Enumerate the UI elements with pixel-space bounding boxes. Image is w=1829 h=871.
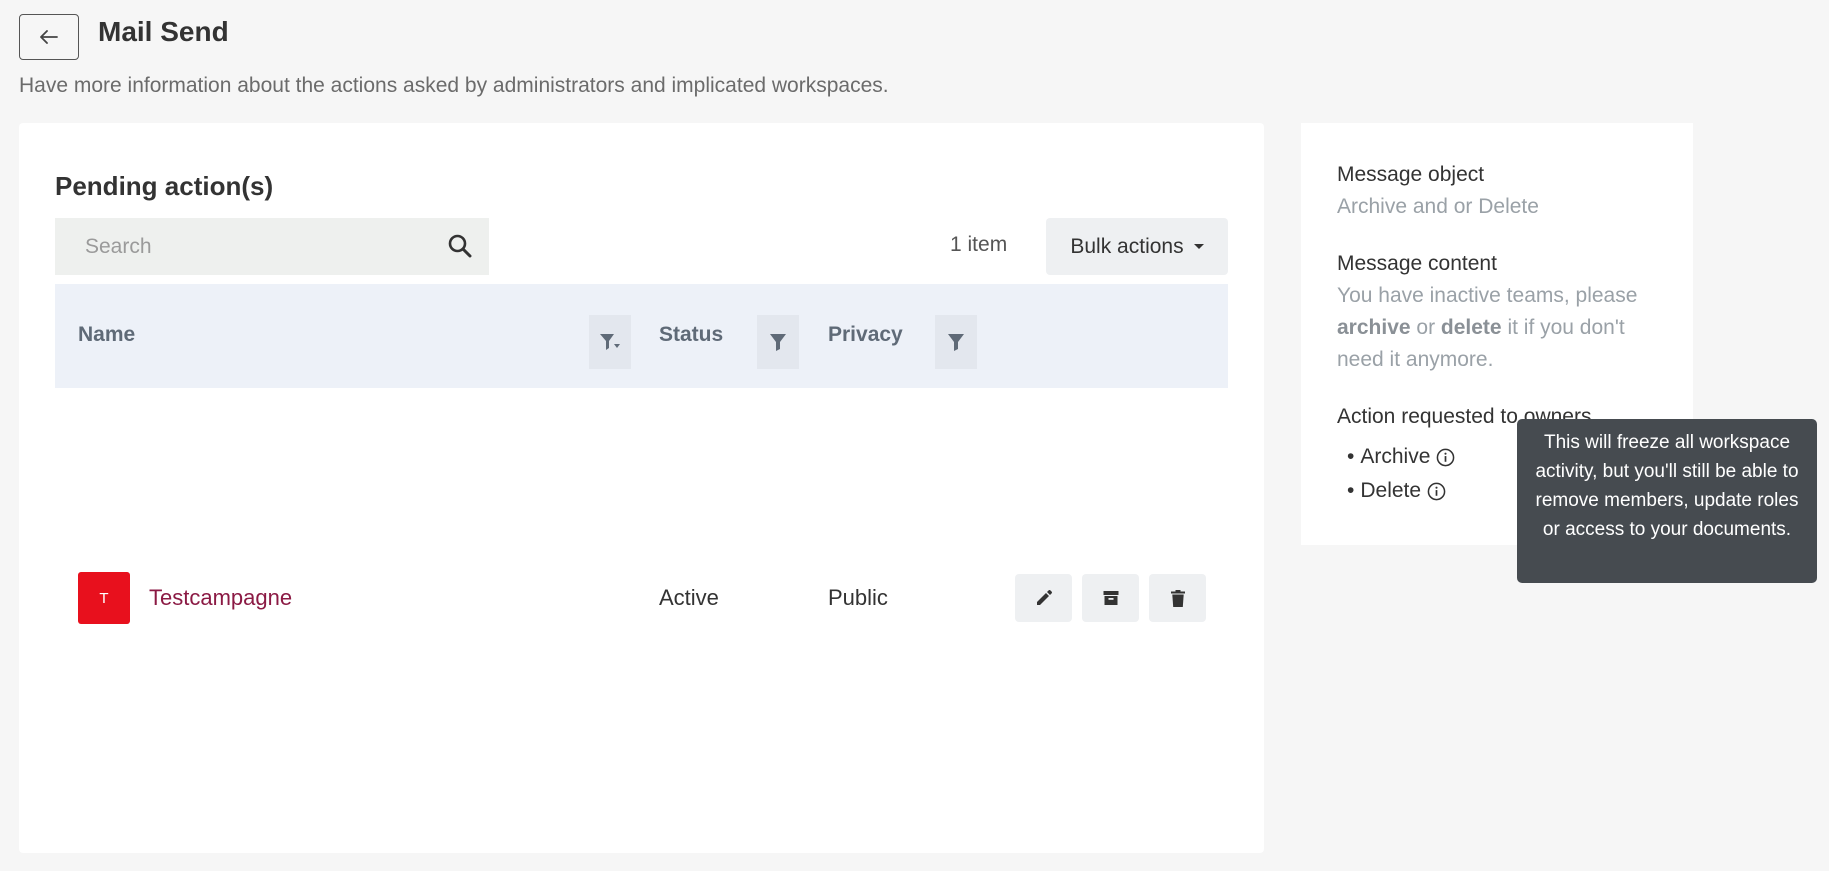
column-name-header[interactable]: Name: [78, 323, 135, 347]
action-item-delete: • Delete: [1347, 479, 1446, 503]
caret-down-icon: [1193, 244, 1204, 249]
action-item-archive: • Archive: [1347, 445, 1455, 469]
info-icon[interactable]: [1436, 448, 1455, 467]
filter-sort-icon: [600, 334, 620, 350]
row-privacy: Public: [828, 585, 888, 610]
page-description: Have more information about the actions …: [19, 74, 889, 97]
back-button[interactable]: [19, 14, 79, 60]
action-item-label: Delete: [1360, 479, 1422, 502]
table-row: T Testcampagne Active Public: [55, 572, 1228, 632]
message-object-value: Archive and or Delete: [1337, 195, 1539, 218]
archive-button[interactable]: [1082, 574, 1139, 622]
row-status: Active: [659, 585, 719, 610]
message-content-label: Message content: [1337, 252, 1497, 275]
archive-info-tooltip: This will freeze all workspace activity,…: [1517, 419, 1817, 583]
item-count: 1 item: [950, 233, 1008, 256]
column-status-header[interactable]: Status: [659, 323, 723, 347]
edit-icon: [1036, 590, 1052, 605]
delete-button[interactable]: [1149, 574, 1206, 622]
action-item-label: Archive: [1360, 445, 1431, 468]
bulk-actions-label: Bulk actions: [1070, 234, 1184, 258]
bulk-actions-button[interactable]: Bulk actions: [1046, 218, 1228, 275]
privacy-filter-button[interactable]: [935, 315, 977, 369]
status-filter-button[interactable]: [757, 315, 799, 369]
filter-icon: [770, 334, 786, 351]
name-filter-button[interactable]: [589, 315, 631, 369]
table-header: Name Status Privacy: [55, 284, 1228, 388]
search-input[interactable]: [55, 218, 435, 275]
delete-icon: [1170, 589, 1185, 607]
arrow-left-icon: [40, 30, 58, 44]
message-object-label: Message object: [1337, 163, 1485, 186]
filter-icon: [948, 334, 964, 351]
pending-actions-card: Pending action(s) 1 item Bulk actions Na…: [19, 123, 1264, 853]
edit-button[interactable]: [1015, 574, 1072, 622]
workspace-name-link[interactable]: Testcampagne: [149, 585, 292, 611]
archive-icon: [1103, 591, 1118, 605]
info-icon[interactable]: [1427, 482, 1446, 501]
message-content-value: You have inactive teams, please archive …: [1337, 284, 1638, 371]
search-icon[interactable]: [447, 233, 473, 259]
page-title: Mail Send: [98, 16, 229, 47]
section-title: Pending action(s): [55, 171, 274, 201]
search-box: [55, 218, 489, 275]
avatar: T: [78, 572, 130, 624]
column-privacy-header[interactable]: Privacy: [828, 323, 903, 347]
